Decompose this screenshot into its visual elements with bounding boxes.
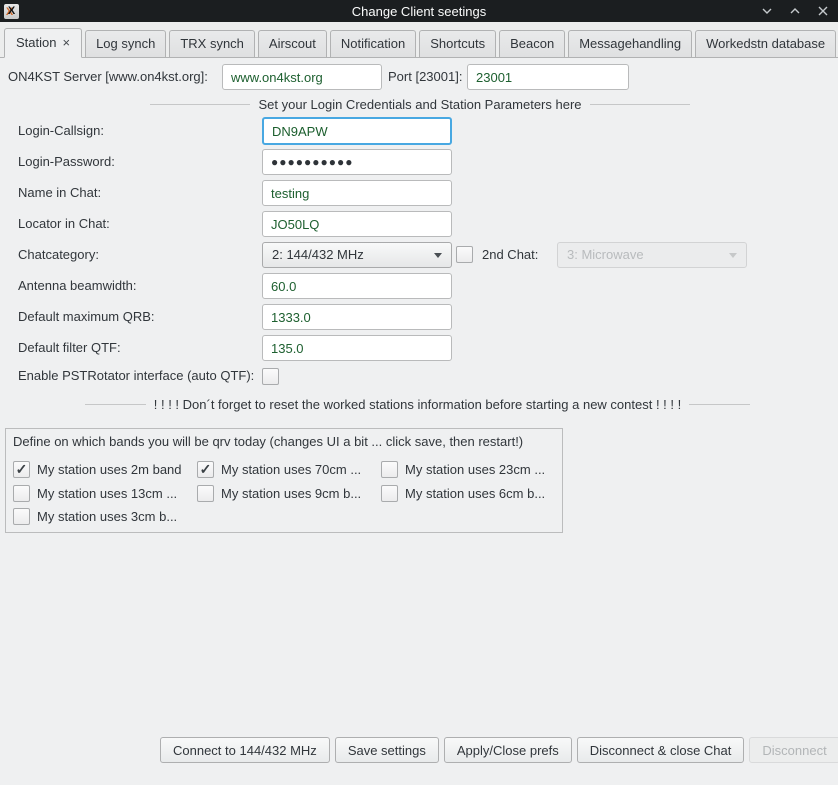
- tab-notification[interactable]: Notification: [330, 30, 416, 57]
- divider-line: [85, 404, 146, 405]
- second-chat-select: 3: Microwave: [557, 242, 747, 268]
- band-13cm-checkbox[interactable]: [13, 485, 30, 502]
- tab-messagehandling[interactable]: Messagehandling: [568, 30, 692, 57]
- connect-button[interactable]: Connect to 144/432 MHz: [160, 737, 330, 763]
- band-2m-checkbox[interactable]: [13, 461, 30, 478]
- band-23cm-label: My station uses 23cm ...: [405, 461, 545, 478]
- server-input[interactable]: [222, 64, 382, 90]
- divider-line: [590, 104, 690, 105]
- locator-in-chat-label: Locator in Chat:: [18, 211, 110, 237]
- name-in-chat-input[interactable]: [262, 180, 452, 206]
- server-label: ON4KST Server [www.on4kst.org]:: [8, 64, 208, 90]
- tab-beacon[interactable]: Beacon: [499, 30, 565, 57]
- window-titlebar: X Change Client seetings: [0, 0, 838, 22]
- default-max-qrb-input[interactable]: [262, 304, 452, 330]
- maximize-button[interactable]: [788, 4, 802, 18]
- band-6cm-label: My station uses 6cm b...: [405, 485, 545, 502]
- window-controls: [760, 0, 830, 22]
- close-icon: [817, 5, 829, 17]
- second-chat-label: 2nd Chat:: [482, 242, 538, 268]
- settings-tabbar: Station × Log synch TRX synch Airscout No…: [0, 22, 838, 58]
- save-settings-button[interactable]: Save settings: [335, 737, 439, 763]
- default-filter-qtf-input[interactable]: [262, 335, 452, 361]
- default-max-qrb-label: Default maximum QRB:: [18, 304, 155, 330]
- divider-line: [689, 404, 750, 405]
- tab-station[interactable]: Station ×: [4, 28, 82, 58]
- disconnect-button: Disconnect: [749, 737, 838, 763]
- band-23cm-checkbox[interactable]: [381, 461, 398, 478]
- disconnect-close-chat-button[interactable]: Disconnect & close Chat: [577, 737, 745, 763]
- login-callsign-label: Login-Callsign:: [18, 118, 104, 144]
- band-6cm-checkbox[interactable]: [381, 485, 398, 502]
- port-input[interactable]: [467, 64, 629, 90]
- chatcategory-label: Chatcategory:: [18, 242, 99, 268]
- band-3cm-label: My station uses 3cm b...: [37, 508, 177, 525]
- pstrotator-label: Enable PSTRotator interface (auto QTF):: [18, 363, 254, 389]
- chevron-down-icon: [434, 253, 442, 258]
- settings-window: X Change Client seetings Station × Log sy…: [0, 0, 838, 785]
- second-chat-checkbox[interactable]: [456, 246, 473, 263]
- pstrotator-checkbox[interactable]: [262, 368, 279, 385]
- tab-trx-synch[interactable]: TRX synch: [169, 30, 255, 57]
- tab-airscout[interactable]: Airscout: [258, 30, 327, 57]
- band-3cm-checkbox[interactable]: [13, 508, 30, 525]
- minimize-button[interactable]: [760, 4, 774, 18]
- band-70cm-label: My station uses 70cm ...: [221, 461, 361, 478]
- chevron-up-icon: [789, 5, 801, 17]
- chevron-down-icon: [761, 5, 773, 17]
- contest-warning-divider: ! ! ! ! Don´t forget to reset the worked…: [85, 396, 750, 412]
- chevron-down-icon: [729, 253, 737, 258]
- band-70cm-checkbox[interactable]: [197, 461, 214, 478]
- login-callsign-input[interactable]: [262, 117, 452, 145]
- antenna-beamwidth-input[interactable]: [262, 273, 452, 299]
- port-label: Port [23001]:: [388, 64, 462, 90]
- credentials-divider: Set your Login Credentials and Station P…: [150, 96, 690, 112]
- window-title: Change Client seetings: [0, 4, 838, 19]
- name-in-chat-label: Name in Chat:: [18, 180, 101, 206]
- locator-in-chat-input[interactable]: [262, 211, 452, 237]
- login-password-label: Login-Password:: [18, 149, 115, 175]
- chatcategory-select[interactable]: 2: 144/432 MHz: [262, 242, 452, 268]
- default-filter-qtf-label: Default filter QTF:: [18, 335, 121, 361]
- login-password-input[interactable]: [262, 149, 452, 175]
- band-9cm-label: My station uses 9cm b...: [221, 485, 361, 502]
- divider-line: [150, 104, 250, 105]
- divider-text: Set your Login Credentials and Station P…: [258, 97, 581, 112]
- bands-groupbox: Define on which bands you will be qrv to…: [5, 428, 563, 533]
- footer-button-row: Connect to 144/432 MHz Save settings App…: [160, 737, 838, 763]
- tab-label: Station: [16, 35, 56, 50]
- tab-shortcuts[interactable]: Shortcuts: [419, 30, 496, 57]
- band-2m-label: My station uses 2m band: [37, 461, 182, 478]
- second-chat-value: 3: Microwave: [567, 247, 644, 262]
- tab-log-synch[interactable]: Log synch: [85, 30, 166, 57]
- contest-warning-text: ! ! ! ! Don´t forget to reset the worked…: [154, 397, 681, 412]
- chatcategory-value: 2: 144/432 MHz: [272, 247, 364, 262]
- band-13cm-label: My station uses 13cm ...: [37, 485, 177, 502]
- x11-app-icon: X: [4, 4, 19, 19]
- antenna-beamwidth-label: Antenna beamwidth:: [18, 273, 137, 299]
- close-button[interactable]: [816, 4, 830, 18]
- tab-close-icon[interactable]: ×: [62, 35, 70, 50]
- band-9cm-checkbox[interactable]: [197, 485, 214, 502]
- tab-workedstn-database[interactable]: Workedstn database: [695, 30, 836, 57]
- apply-close-prefs-button[interactable]: Apply/Close prefs: [444, 737, 572, 763]
- bands-group-title: Define on which bands you will be qrv to…: [13, 434, 523, 449]
